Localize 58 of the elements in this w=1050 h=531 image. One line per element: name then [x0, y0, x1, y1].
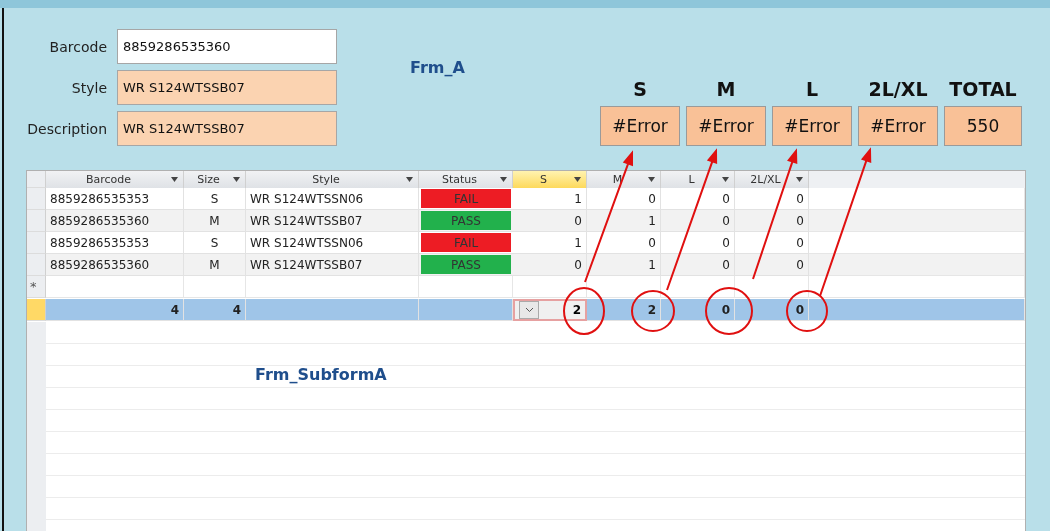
input-field[interactable]: WR S124WTSSB07: [117, 70, 337, 105]
size-label: 2L/XL: [868, 78, 928, 100]
input-field[interactable]: 8859286535360: [117, 29, 337, 64]
column-header[interactable]: 2L/XL: [735, 171, 809, 188]
chevron-icon: [524, 307, 534, 313]
status-label: FAIL: [421, 233, 511, 252]
column-header[interactable]: Size: [184, 171, 246, 188]
status-label: PASS: [421, 211, 511, 230]
status-label: PASS: [421, 255, 511, 274]
record-selector[interactable]: *: [27, 276, 46, 298]
total-field: 550: [944, 106, 1022, 146]
total-cell: 0: [735, 299, 809, 321]
size-label: L: [805, 78, 819, 100]
dropdown-button[interactable]: [519, 301, 539, 319]
total-cell[interactable]: 2: [513, 299, 587, 321]
total-field: #Error: [600, 106, 680, 146]
select-all-corner[interactable]: [27, 171, 46, 188]
total-cell: 2: [587, 299, 661, 321]
dropdown-caret-icon: [574, 177, 581, 182]
total-cell: 4: [184, 299, 246, 321]
total-field: #Error: [686, 106, 766, 146]
dropdown-caret-icon: [233, 177, 240, 182]
size-label: M: [716, 78, 736, 100]
column-header[interactable]: Status: [419, 171, 513, 188]
dropdown-caret-icon: [722, 177, 729, 182]
size-label: TOTAL: [949, 78, 1017, 100]
dropdown-caret-icon: [648, 177, 655, 182]
column-header[interactable]: M: [587, 171, 661, 188]
input-field[interactable]: WR S124WTSSB07: [117, 111, 337, 146]
column-header[interactable]: S: [513, 171, 587, 188]
record-selector[interactable]: [27, 188, 46, 210]
size-label: S: [633, 78, 647, 100]
total-cell: 0: [661, 299, 735, 321]
totals-row[interactable]: 4 4 2 2 0 0: [27, 299, 1025, 321]
field-label: Barcode: [48, 38, 107, 55]
field-label: Description: [26, 120, 107, 137]
dropdown-caret-icon: [406, 177, 413, 182]
highlight-circle: [786, 290, 828, 332]
total-field: #Error: [858, 106, 938, 146]
total-field: #Error: [772, 106, 852, 146]
highlight-circle: [705, 287, 753, 335]
highlight-circle: [563, 287, 605, 335]
status-label: FAIL: [421, 189, 511, 208]
field-label: Style: [70, 79, 107, 96]
new-record-marker: *: [29, 279, 37, 294]
highlight-circle: [631, 290, 675, 332]
dropdown-caret-icon: [171, 177, 178, 182]
form-title: Frm_A: [410, 58, 465, 79]
dropdown-caret-icon: [796, 177, 803, 182]
total-cell: 4: [46, 299, 184, 321]
dropdown-caret-icon: [500, 177, 507, 182]
record-selector[interactable]: [27, 210, 46, 232]
column-header[interactable]: Style: [246, 171, 419, 188]
column-header[interactable]: L: [661, 171, 735, 188]
subform-title: Frm_SubformA: [255, 365, 387, 384]
record-selector[interactable]: [27, 232, 46, 254]
record-selector[interactable]: [27, 254, 46, 276]
column-header[interactable]: Barcode: [46, 171, 184, 188]
